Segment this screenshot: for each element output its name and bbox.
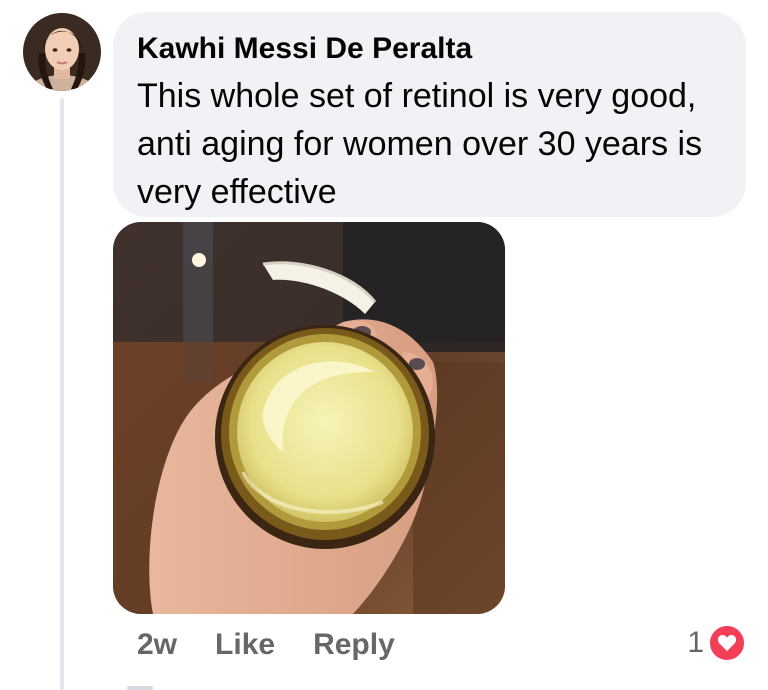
comment-actions: 2w Like Reply bbox=[137, 625, 433, 665]
comment-bubble: Kawhi Messi De Peralta This whole set of… bbox=[113, 12, 746, 217]
comment-timestamp[interactable]: 2w bbox=[137, 628, 177, 662]
reply-button[interactable]: Reply bbox=[313, 628, 395, 662]
comment-text: This whole set of retinol is very good, … bbox=[137, 77, 703, 211]
comment: Kawhi Messi De Peralta This whole set of… bbox=[0, 0, 768, 690]
reaction-count: 1 bbox=[687, 626, 704, 659]
avatar[interactable] bbox=[23, 13, 101, 91]
comment-photo[interactable] bbox=[113, 222, 505, 614]
like-button[interactable]: Like bbox=[215, 628, 275, 662]
comment-author[interactable]: Kawhi Messi De Peralta bbox=[137, 32, 722, 66]
next-comment-edge bbox=[127, 686, 153, 690]
heart-icon bbox=[708, 624, 746, 662]
reaction-summary[interactable]: 1 bbox=[687, 624, 746, 662]
thread-line bbox=[60, 98, 64, 690]
